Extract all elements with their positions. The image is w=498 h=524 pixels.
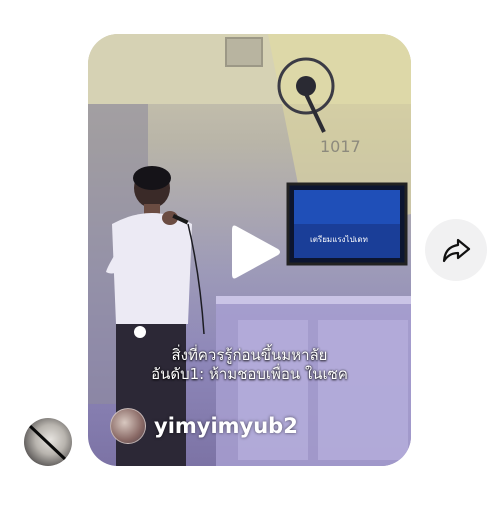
- creator-username[interactable]: yimyimyub2: [154, 414, 298, 438]
- avatar-slash-icon: [28, 424, 68, 462]
- tv-screen-text: เตรียมแรงไปเดท: [310, 235, 368, 244]
- caption-line-2: อันดับ1: ห้ามชอบเพื่อน ในเซค: [151, 365, 348, 383]
- user-avatar[interactable]: [24, 418, 72, 466]
- share-button[interactable]: [425, 219, 487, 281]
- play-button[interactable]: [228, 222, 282, 282]
- share-arrow-icon: [442, 238, 471, 263]
- play-icon: [232, 225, 280, 279]
- creator-avatar[interactable]: [110, 408, 146, 444]
- caption-line-1: สิ่งที่ควรรู้ก่อนขึ้นมหาลัย: [171, 346, 328, 364]
- video-caption: สิ่งที่ควรรู้ก่อนขึ้นมหาลัย อันดับ1: ห้า…: [88, 346, 411, 384]
- video-card[interactable]: 1017 เตรียมแรงไปเดท สิ่งที่ควรรู้ก่อนขึ้…: [88, 34, 411, 466]
- room-number: 1017: [320, 137, 361, 156]
- creator-info[interactable]: yimyimyub2: [110, 408, 298, 444]
